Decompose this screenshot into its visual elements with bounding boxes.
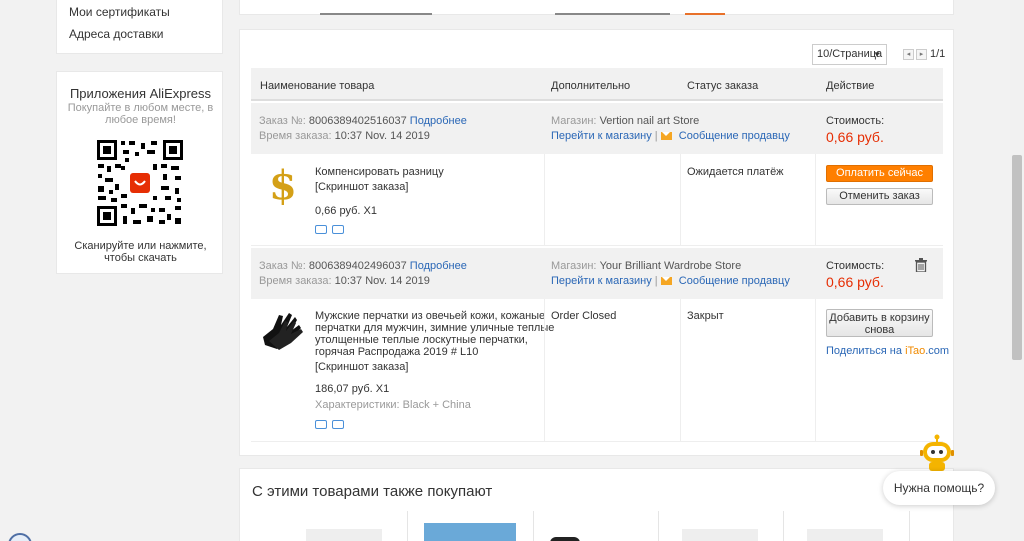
order-1-go-store-link[interactable]: Перейти к магазину	[551, 130, 652, 142]
order-2-message-link[interactable]: Сообщение продавцу	[679, 275, 790, 287]
card-icon	[332, 420, 344, 429]
order-2-status: Закрыт	[687, 310, 724, 322]
apps-scan-1: Сканируйте или нажмите,	[74, 240, 207, 252]
order-1-info: Заказ №: 8006389402516037 Подробнее Врем…	[251, 103, 943, 154]
corner-badge-icon[interactable]	[8, 533, 32, 541]
recommend-divider	[909, 511, 910, 541]
apps-scan-2: чтобы скачать	[104, 252, 177, 264]
recommend-card: С этими товарами также покупают	[239, 468, 954, 541]
order-1-message-link[interactable]: Сообщение продавцу	[679, 130, 790, 142]
col-divider	[544, 299, 545, 442]
order-2-store: Магазин: Your Brilliant Wardrobe Store	[551, 260, 742, 272]
order-1-time: Время заказа: 10:37 Nov. 14 2019	[259, 130, 430, 142]
robot-mascot-icon[interactable]	[919, 433, 955, 473]
apps-subtitle-2: любое время!	[105, 114, 176, 126]
per-page-select[interactable]: 10/Страница ▼	[812, 44, 887, 65]
card-icon	[332, 225, 344, 234]
scrollbar-thumb[interactable]	[1012, 155, 1022, 360]
col-divider	[680, 154, 681, 246]
mail-icon	[660, 277, 672, 286]
orders-card: 10/Страница ▼ ◂ ▸ 1/1 Наименование товар…	[239, 29, 954, 456]
scrollbar-track[interactable]	[1010, 0, 1024, 541]
col-divider	[680, 299, 681, 442]
chevron-down-icon: ▼	[873, 50, 881, 59]
recommend-divider	[658, 511, 659, 541]
recommend-divider	[533, 511, 534, 541]
truck-icon	[315, 420, 327, 429]
recommend-title: С этими товарами также покупают	[252, 483, 493, 500]
pay-now-button[interactable]: Оплатить сейчас	[826, 165, 933, 182]
order-1-store-actions: Перейти к магазину | Сообщение продавцу	[551, 130, 790, 142]
order-2-extra: Order Closed	[551, 310, 617, 322]
add-to-cart-again-button[interactable]: Добавить в корзину снова	[826, 309, 933, 337]
header-action: Действие	[826, 80, 875, 92]
top-tab-3	[685, 13, 725, 15]
next-page-button[interactable]: ▸	[916, 49, 927, 60]
col-divider	[815, 154, 816, 246]
order-2-number: Заказ №: 8006389402496037 Подробнее	[259, 260, 467, 272]
account-links-card: Мои сертификаты Адреса доставки	[56, 0, 223, 54]
order-2-cost-label: Стоимость:	[826, 260, 885, 272]
recommend-thumb[interactable]	[682, 529, 758, 541]
order-2-store-link[interactable]: Your Brilliant Wardrobe Store	[600, 260, 742, 272]
recommend-thumb[interactable]	[424, 523, 516, 541]
sidebar-link-certificates[interactable]: Мои сертификаты	[69, 5, 170, 19]
gloves-image[interactable]	[259, 309, 309, 351]
order-1-details-link[interactable]: Подробнее	[410, 115, 467, 127]
order-2-cost: 0,66 руб.	[826, 274, 884, 290]
trash-icon[interactable]	[915, 258, 927, 272]
recommend-divider	[783, 511, 784, 541]
col-divider	[815, 299, 816, 442]
recommend-divider	[407, 511, 408, 541]
order-2-item: Мужские перчатки из овечьей кожи, кожаны…	[251, 299, 949, 442]
order-1-snapshot-link[interactable]: [Скриншот заказа]	[315, 181, 408, 193]
truck-icon	[315, 225, 327, 234]
qr-code[interactable]	[95, 138, 185, 228]
recommend-thumb[interactable]	[306, 529, 382, 541]
order-2-characteristics: Характеристики: Black + China	[315, 399, 471, 411]
order-1-status: Ожидается платёж	[687, 166, 784, 178]
prev-page-button[interactable]: ◂	[903, 49, 914, 60]
header-additional: Дополнительно	[551, 80, 631, 92]
help-label: Нужна помощь?	[893, 481, 985, 495]
order-2-time: Время заказа: 10:37 Nov. 14 2019	[259, 275, 430, 287]
order-2-info: Заказ №: 8006389402496037 Подробнее Врем…	[251, 248, 943, 299]
order-2-snapshot-link[interactable]: [Скриншот заказа]	[315, 361, 408, 373]
top-tab-2	[555, 13, 670, 15]
order-1-item: $ Компенсировать разницу [Скриншот заказ…	[251, 154, 943, 246]
order-1-number: Заказ №: 8006389402516037 Подробнее	[259, 115, 467, 127]
recommend-thumb[interactable]	[807, 529, 883, 541]
order-2-item-title[interactable]: Мужские перчатки из овечьей кожи, кожаны…	[315, 310, 554, 358]
top-tab-1	[320, 13, 432, 15]
apps-subtitle-1: Покупайте в любом месте, в	[67, 102, 214, 114]
order-2-go-store-link[interactable]: Перейти к магазину	[551, 275, 652, 287]
share-itao-link[interactable]: Поделиться на iTao.com	[826, 345, 949, 357]
sidebar-link-addresses[interactable]: Адреса доставки	[69, 27, 163, 41]
col-divider	[544, 154, 545, 246]
order-2-item-price: 186,07 руб. X1	[315, 383, 390, 395]
order-1-store-link[interactable]: Vertion nail art Store	[600, 115, 700, 127]
mail-icon	[660, 132, 672, 141]
header-product: Наименование товара	[260, 80, 375, 92]
cancel-order-button[interactable]: Отменить заказ	[826, 188, 933, 205]
page-indicator: 1/1	[930, 48, 946, 60]
order-1-item-icons	[315, 223, 349, 237]
order-1-item-title[interactable]: Компенсировать разницу	[315, 166, 444, 178]
table-header: Наименование товара Дополнительно Статус…	[251, 68, 943, 101]
order-1-store: Магазин: Vertion nail art Store	[551, 115, 700, 127]
order-2-item-icons	[315, 418, 349, 432]
top-partial-card	[239, 0, 954, 15]
order-1-cost: 0,66 руб.	[826, 129, 884, 145]
order-2-store-actions: Перейти к магазину | Сообщение продавцу	[551, 275, 790, 287]
header-status: Статус заказа	[687, 80, 759, 92]
apps-title: Приложения AliExpress	[69, 86, 212, 101]
help-bubble[interactable]: Нужна помощь?	[883, 471, 995, 505]
dollar-icon: $	[269, 162, 297, 209]
apps-card: Приложения AliExpress Покупайте в любом …	[56, 71, 223, 274]
order-2-details-link[interactable]: Подробнее	[410, 260, 467, 272]
recommend-thumb[interactable]	[550, 537, 580, 541]
order-1-cost-label: Стоимость:	[826, 115, 885, 127]
order-1-item-price: 0,66 руб. X1	[315, 205, 377, 217]
